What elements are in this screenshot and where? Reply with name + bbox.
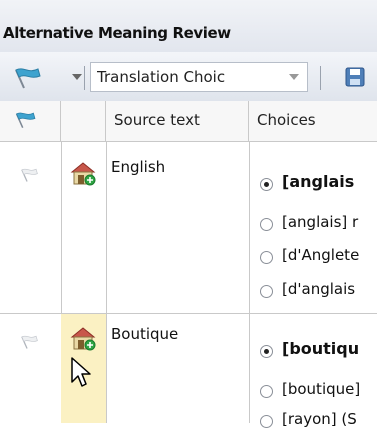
- row-divider: [0, 313, 377, 314]
- column-divider: [249, 141, 250, 423]
- flag-filter-dropdown-arrow[interactable]: [72, 74, 82, 80]
- choice-label[interactable]: [anglais] r: [282, 213, 358, 231]
- add-meaning-icon[interactable]: [69, 325, 97, 351]
- translation-choice-combobox[interactable]: Translation Choic: [90, 62, 308, 92]
- source-text: Boutique: [111, 325, 179, 343]
- flag-icon[interactable]: [18, 165, 40, 185]
- chevron-down-icon[interactable]: [289, 74, 299, 80]
- save-icon[interactable]: [344, 66, 366, 88]
- flag-column-icon: [15, 112, 36, 128]
- header-choices[interactable]: Choices: [249, 101, 377, 141]
- table-header: Source text Choices: [0, 101, 377, 142]
- choice-radio[interactable]: [260, 251, 273, 264]
- mouse-cursor-icon: [71, 357, 91, 387]
- header-action-column[interactable]: [61, 101, 106, 141]
- toolbar-separator: [320, 66, 321, 90]
- choice-radio[interactable]: [260, 415, 273, 428]
- choice-label[interactable]: [d'anglais: [282, 280, 355, 298]
- source-text: English: [111, 158, 166, 176]
- combo-value: Translation Choic: [97, 68, 226, 86]
- choice-radio[interactable]: [260, 385, 273, 398]
- choice-label[interactable]: [d'Anglete: [282, 246, 359, 264]
- toolbar: Translation Choic: [0, 52, 377, 102]
- choice-radio[interactable]: [260, 218, 273, 231]
- add-meaning-icon[interactable]: [69, 160, 97, 186]
- column-divider: [106, 141, 107, 423]
- panel-title: Alternative Meaning Review: [3, 24, 231, 42]
- toolbar-separator: [84, 66, 85, 90]
- panel-title-bar: Alternative Meaning Review: [0, 0, 377, 53]
- choice-radio[interactable]: [260, 178, 273, 191]
- choice-radio[interactable]: [260, 285, 273, 298]
- choice-label[interactable]: [rayon] (S: [282, 410, 357, 428]
- choice-label[interactable]: [boutique]: [282, 380, 360, 398]
- choice-radio[interactable]: [260, 345, 273, 358]
- flag-icon[interactable]: [18, 332, 40, 352]
- choice-label[interactable]: [boutiqu: [282, 339, 359, 358]
- flag-filter-icon[interactable]: [10, 66, 44, 90]
- header-flag-column[interactable]: [0, 101, 61, 141]
- header-source-text[interactable]: Source text: [106, 101, 249, 141]
- choice-label[interactable]: [anglais: [282, 172, 354, 191]
